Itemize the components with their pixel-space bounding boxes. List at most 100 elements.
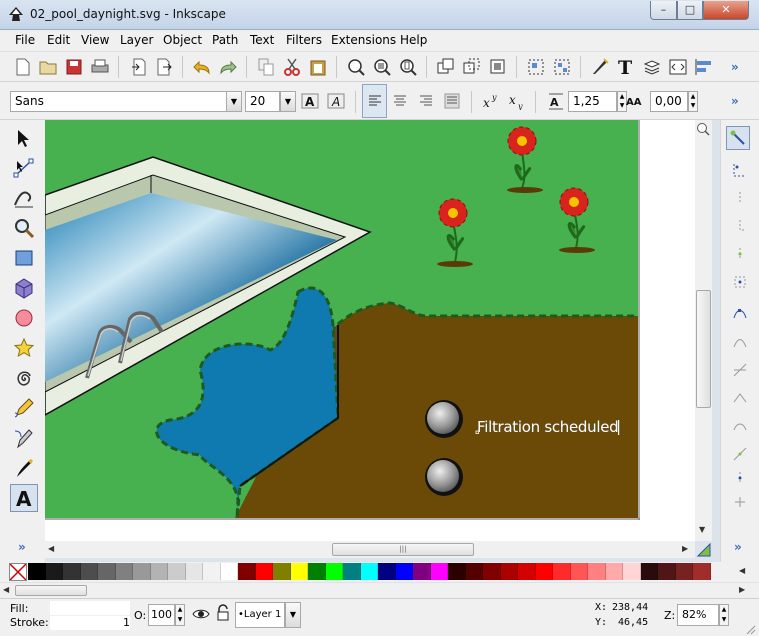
copy-button[interactable] (255, 56, 277, 78)
menu-object[interactable]: Object (163, 33, 202, 47)
horizontal-scrollbar[interactable]: ◀ ||| ▶ (45, 541, 695, 558)
color-swatch[interactable] (553, 563, 571, 580)
italic-button[interactable]: A (325, 90, 347, 112)
palette-scroll-thumb[interactable] (15, 585, 87, 596)
save-button[interactable] (63, 56, 85, 78)
letter-spacing-field[interactable]: 0,00 (650, 91, 688, 112)
color-swatch[interactable] (395, 563, 413, 580)
snap-toggle-button[interactable] (726, 126, 750, 150)
color-swatch[interactable] (273, 563, 291, 580)
superscript-button[interactable]: xy (480, 90, 502, 112)
menu-layer[interactable]: Layer (120, 33, 153, 47)
vertical-scroll-thumb[interactable] (696, 290, 711, 408)
rectangle-tool[interactable] (10, 244, 38, 272)
color-management-icon[interactable] (697, 543, 711, 557)
color-swatch[interactable] (290, 563, 308, 580)
menu-help[interactable]: Help (400, 33, 427, 47)
zoom-selection-button[interactable] (345, 56, 367, 78)
layer-dropdown[interactable]: ▼ (285, 602, 301, 628)
new-document-button[interactable] (12, 56, 34, 78)
color-swatch[interactable] (378, 563, 396, 580)
horizontal-scroll-thumb[interactable]: ||| (332, 543, 474, 556)
snap-bbox-centers-button[interactable] (730, 272, 750, 292)
pencil-tool[interactable] (10, 394, 38, 422)
subscript-button[interactable]: xy (506, 90, 528, 112)
stroke-indicator[interactable] (50, 616, 130, 630)
color-swatch[interactable] (535, 563, 553, 580)
color-swatch[interactable] (220, 563, 238, 580)
group-button[interactable] (525, 56, 547, 78)
color-swatch[interactable] (413, 563, 431, 580)
snap-bbox-button[interactable] (730, 160, 750, 180)
palette-scroll-right-icon[interactable]: ▶ (739, 585, 745, 594)
toolbox-overflow-chevron-icon[interactable]: » (18, 540, 26, 554)
zoom-page-button[interactable] (397, 56, 419, 78)
menu-edit[interactable]: Edit (47, 33, 70, 47)
color-swatch[interactable] (448, 563, 466, 580)
font-family-field[interactable]: Sans (10, 91, 227, 112)
tweak-tool[interactable] (10, 184, 38, 212)
maximize-button[interactable]: □ (677, 1, 703, 20)
canvas[interactable]: Filtration scheduled (45, 120, 695, 541)
scroll-left-arrow-icon[interactable]: ◀ (48, 544, 54, 553)
color-swatch[interactable] (430, 563, 448, 580)
palette-scrollbar[interactable]: ◀ ▶ (0, 583, 759, 598)
font-family-dropdown[interactable]: ▼ (226, 91, 242, 112)
snap-overflow-chevron-icon[interactable]: » (734, 540, 742, 554)
print-button[interactable] (89, 56, 111, 78)
snap-line-midpoints-button[interactable] (730, 444, 750, 464)
color-swatch[interactable] (570, 563, 588, 580)
align-center-button[interactable] (389, 90, 411, 112)
node-tool[interactable] (10, 154, 38, 182)
calligraphy-tool[interactable] (10, 454, 38, 482)
color-swatch[interactable] (343, 563, 361, 580)
color-swatch[interactable] (588, 563, 606, 580)
snap-bbox-midpoints-button[interactable] (730, 244, 750, 264)
snap-nodes-button[interactable] (730, 304, 750, 324)
font-size-field[interactable]: 20 (245, 91, 280, 112)
color-swatch[interactable] (98, 563, 116, 580)
fill-indicator[interactable] (50, 601, 130, 615)
color-swatch[interactable] (115, 563, 133, 580)
snap-object-midpoints-button[interactable] (730, 468, 750, 488)
fill-stroke-button[interactable] (589, 56, 611, 78)
resize-grip-icon[interactable] (744, 623, 756, 635)
align-distribute-button[interactable] (693, 56, 715, 78)
text-font-button[interactable]: T (615, 56, 637, 78)
close-button[interactable]: ✕ (703, 1, 749, 20)
no-paint-swatch[interactable] (9, 563, 27, 581)
color-swatch[interactable] (45, 563, 63, 580)
controls-overflow-chevron-icon[interactable]: » (731, 94, 739, 108)
snap-bbox-edges-button[interactable] (730, 188, 750, 208)
snap-smooth-nodes-button[interactable] (730, 416, 750, 436)
zoom-drawing-button[interactable] (371, 56, 393, 78)
zoom-field[interactable]: 82% (677, 604, 719, 626)
color-swatch[interactable] (185, 563, 203, 580)
layers-button[interactable] (641, 56, 663, 78)
snap-bbox-corners-button[interactable] (730, 216, 750, 236)
layer-selector[interactable]: •Layer 1 (235, 602, 285, 628)
letter-spacing-spinner[interactable]: ▲ ▼ (688, 91, 698, 112)
menu-view[interactable]: View (81, 33, 109, 47)
color-swatch[interactable] (63, 563, 81, 580)
snap-cusp-nodes-button[interactable] (730, 388, 750, 408)
scroll-right-arrow-icon[interactable]: ▶ (682, 544, 688, 553)
paste-button[interactable] (307, 56, 329, 78)
menu-extensions[interactable]: Extensions (331, 33, 396, 47)
color-swatch[interactable] (605, 563, 623, 580)
export-button[interactable] (153, 56, 175, 78)
overflow-chevron-icon[interactable]: » (731, 60, 739, 74)
color-swatch[interactable] (168, 563, 186, 580)
open-button[interactable] (37, 56, 59, 78)
color-swatch[interactable] (675, 563, 693, 580)
color-swatch[interactable] (465, 563, 483, 580)
snap-intersections-button[interactable] (730, 360, 750, 380)
duplicate-button[interactable] (435, 56, 457, 78)
ellipse-tool[interactable] (10, 304, 38, 332)
color-swatch[interactable] (360, 563, 378, 580)
unlink-clone-button[interactable] (487, 56, 509, 78)
color-swatch[interactable] (518, 563, 536, 580)
color-swatch[interactable] (483, 563, 501, 580)
snap-rotation-center-button[interactable] (730, 492, 750, 512)
zoom-corner-icon[interactable] (696, 122, 711, 137)
